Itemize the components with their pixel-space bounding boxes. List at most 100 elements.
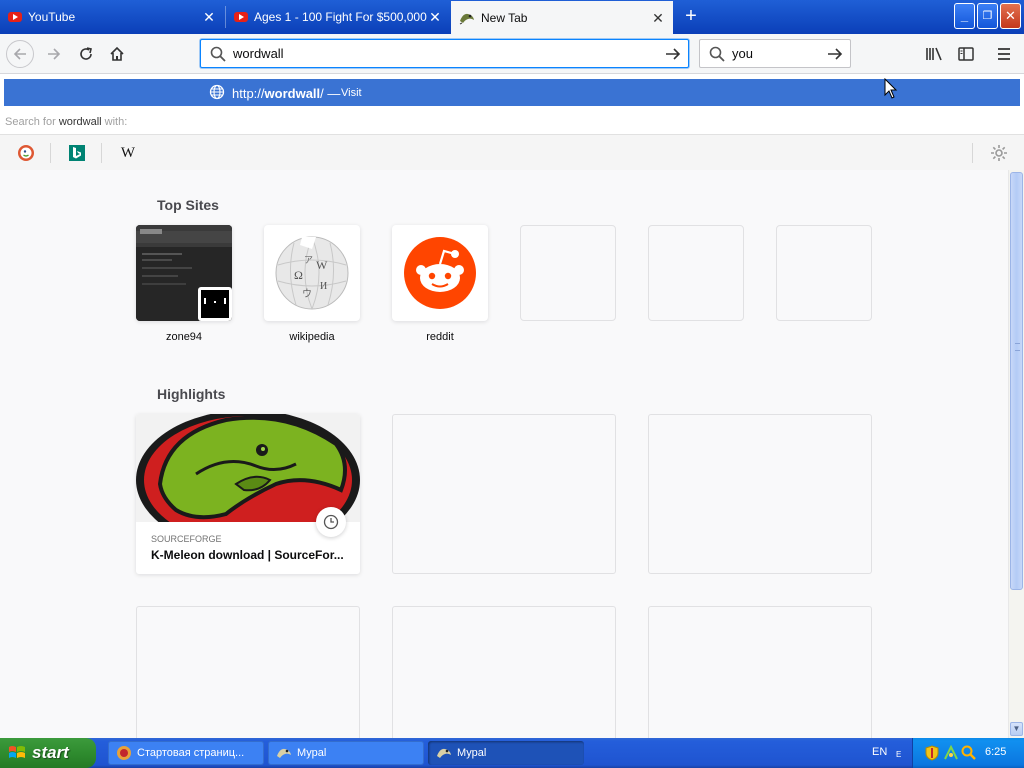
- system-clock[interactable]: 6:25: [985, 746, 1006, 758]
- separator: [101, 143, 102, 163]
- taskbar-item-start-page[interactable]: Стартовая страниц...: [108, 741, 264, 765]
- back-button[interactable]: [6, 40, 34, 68]
- new-tab-page: Top Sites zone94 Ω W И ウ ア wikipedia red…: [6, 170, 1008, 738]
- scrollbar-grip: [1015, 343, 1020, 351]
- go-arrow-icon[interactable]: [664, 45, 682, 63]
- start-label: start: [32, 743, 69, 762]
- bing-search-button[interactable]: [67, 143, 87, 163]
- sidebar-button[interactable]: [952, 40, 980, 68]
- top-site-label: reddit: [426, 331, 454, 343]
- one-off-search-engines: W: [0, 135, 1024, 170]
- k-meleon-icon: [459, 13, 474, 24]
- tab-title: YouTube: [28, 10, 76, 24]
- bing-icon: [69, 145, 85, 161]
- search-settings-button[interactable]: [989, 143, 1009, 163]
- minimize-button[interactable]: _: [954, 3, 975, 29]
- new-tab-button[interactable]: +: [680, 4, 702, 28]
- highlight-title: K-Meleon download | SourceFor...: [151, 548, 344, 562]
- language-indicator[interactable]: EN: [872, 746, 887, 758]
- highlight-card-empty[interactable]: [136, 606, 360, 738]
- close-tab-icon[interactable]: ✕: [651, 11, 665, 25]
- search-icon: [210, 46, 226, 62]
- reload-button[interactable]: [72, 40, 100, 68]
- library-button[interactable]: [920, 40, 948, 68]
- menu-button[interactable]: [990, 40, 1018, 68]
- svg-text:W: W: [316, 258, 328, 272]
- tab-strip: YouTube ✕ Ages 1 - 100 Fight For $500,00…: [0, 0, 1024, 34]
- restore-button[interactable]: ❐: [977, 3, 998, 29]
- separator: [50, 143, 51, 163]
- sidebar-icon: [958, 47, 974, 61]
- close-tab-icon[interactable]: ✕: [202, 10, 216, 24]
- globe-icon: [209, 84, 225, 100]
- start-button[interactable]: start: [0, 738, 96, 768]
- top-sites-heading: Top Sites: [157, 197, 219, 213]
- top-site-wikipedia[interactable]: Ω W И ウ ア: [264, 225, 360, 321]
- highlight-card-kmeleon[interactable]: SOURCEFORGE K-Meleon download | SourceFo…: [136, 414, 360, 574]
- tab-ages-video[interactable]: Ages 1 - 100 Fight For $500,000 - You ✕: [226, 2, 450, 32]
- highlight-card-empty[interactable]: [648, 606, 872, 738]
- autocomplete-visit-row[interactable]: http://wordwall/ — Visit: [4, 79, 1020, 106]
- task-label: Мураl: [457, 747, 487, 759]
- taskbar-item-mypal-active[interactable]: Мураl: [428, 741, 584, 765]
- scrollbar-thumb[interactable]: [1010, 172, 1023, 590]
- wikipedia-search-button[interactable]: W: [118, 143, 138, 163]
- k-meleon-logo-image: [136, 414, 360, 550]
- tab-youtube[interactable]: YouTube ✕: [0, 2, 224, 32]
- mypal-icon: [437, 748, 451, 758]
- top-site-empty[interactable]: [648, 225, 744, 321]
- duckduckgo-search-button[interactable]: [16, 143, 36, 163]
- url-bar[interactable]: wordwall: [200, 39, 689, 68]
- home-icon: [110, 46, 124, 61]
- zone94-favicon: [198, 287, 232, 321]
- search-tray-icon[interactable]: [961, 745, 977, 761]
- search-bar[interactable]: you: [699, 39, 851, 68]
- windows-taskbar: start Стартовая страниц... Мураl Мураl E…: [0, 738, 1024, 768]
- wikipedia-icon: W: [120, 144, 136, 161]
- forward-arrow-icon: [48, 48, 61, 60]
- highlights-heading: Highlights: [157, 386, 226, 402]
- vertical-scrollbar[interactable]: ▼: [1008, 170, 1024, 738]
- security-shield-icon[interactable]: [925, 745, 939, 761]
- windows-logo-icon: [9, 746, 25, 758]
- reload-icon: [80, 47, 92, 60]
- language-indicator-sub: E: [896, 750, 902, 759]
- mouse-cursor-icon: [884, 78, 898, 99]
- duckduckgo-icon: [18, 145, 34, 161]
- close-tab-icon[interactable]: ✕: [428, 10, 442, 24]
- search-icon: [709, 46, 725, 62]
- network-icon[interactable]: [943, 745, 959, 761]
- home-button[interactable]: [103, 40, 131, 68]
- close-window-button[interactable]: ✕: [1000, 3, 1021, 29]
- youtube-icon: [234, 12, 248, 22]
- visit-action-label: Visit: [341, 87, 362, 99]
- highlight-card-empty[interactable]: [648, 414, 872, 574]
- mypal-icon: [277, 748, 291, 758]
- autocomplete-url: http://wordwall/ —: [232, 86, 341, 101]
- reddit-icon: [404, 237, 476, 309]
- top-site-empty[interactable]: [520, 225, 616, 321]
- task-label: Мураl: [297, 747, 327, 759]
- highlight-card-empty[interactable]: [392, 606, 616, 738]
- library-icon: [926, 47, 942, 61]
- hamburger-menu-icon: [998, 48, 1010, 60]
- task-label: Стартовая страниц...: [137, 747, 245, 759]
- tab-new-tab[interactable]: New Tab ✕: [451, 1, 673, 34]
- forward-button[interactable]: [40, 40, 68, 68]
- highlight-card-empty[interactable]: [392, 414, 616, 574]
- gear-icon: [991, 145, 1007, 161]
- highlight-source: SOURCEFORGE: [151, 534, 222, 544]
- svg-text:Ω: Ω: [294, 268, 303, 282]
- top-site-empty[interactable]: [776, 225, 872, 321]
- search-go-icon[interactable]: [826, 45, 844, 63]
- scroll-down-button[interactable]: ▼: [1010, 722, 1023, 736]
- top-site-zone94[interactable]: [136, 225, 232, 321]
- svg-text:И: И: [320, 281, 327, 292]
- url-input[interactable]: wordwall: [233, 46, 688, 61]
- svg-text:ウ: ウ: [302, 288, 312, 300]
- top-site-reddit[interactable]: [392, 225, 488, 321]
- top-site-label: wikipedia: [289, 331, 335, 343]
- youtube-icon: [8, 12, 22, 22]
- taskbar-item-mypal[interactable]: Мураl: [268, 741, 424, 765]
- tab-title: Ages 1 - 100 Fight For $500,000 - You: [254, 10, 428, 24]
